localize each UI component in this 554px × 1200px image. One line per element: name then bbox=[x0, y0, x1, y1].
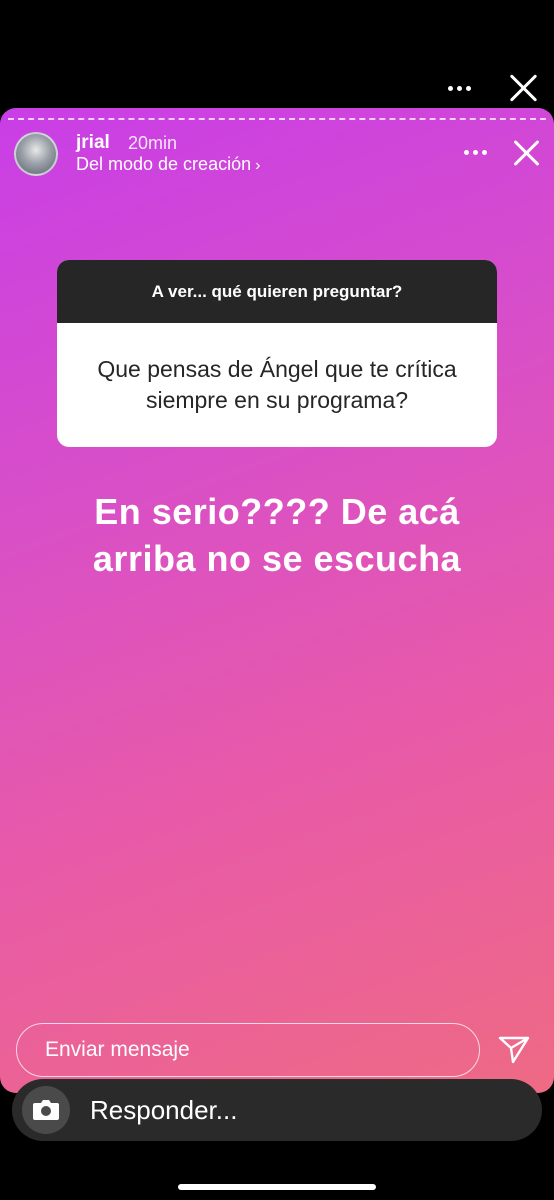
outer-more-options-icon[interactable] bbox=[440, 76, 480, 100]
answer-text: En serio???? De acá arriba no se escucha bbox=[0, 488, 554, 582]
avatar[interactable] bbox=[14, 132, 58, 176]
reply-bar[interactable]: Responder... bbox=[12, 1079, 542, 1141]
answer-line: En serio???? De acá bbox=[94, 491, 460, 532]
story-progress-bar bbox=[8, 118, 546, 120]
story-card[interactable]: jrial 20min Del modo de creación › A ver.… bbox=[0, 108, 554, 1093]
message-input[interactable]: Enviar mensaje bbox=[16, 1023, 480, 1077]
close-icon[interactable] bbox=[512, 138, 542, 168]
story-subtitle-text: Del modo de creación bbox=[76, 154, 252, 174]
story-username[interactable]: jrial bbox=[76, 132, 110, 154]
camera-icon bbox=[33, 1100, 59, 1120]
camera-button[interactable] bbox=[22, 1086, 70, 1134]
reply-label: Responder... bbox=[90, 1095, 238, 1125]
message-input-placeholder: Enviar mensaje bbox=[45, 1038, 190, 1061]
home-indicator bbox=[178, 1184, 376, 1190]
story-subtitle[interactable]: Del modo de creación › bbox=[76, 154, 260, 175]
answer-line: arriba no se escucha bbox=[92, 538, 462, 579]
question-text: Que pensas de Ángel que te crítica siemp… bbox=[97, 356, 457, 413]
outer-close-icon[interactable] bbox=[508, 72, 540, 104]
question-sticker: A ver... qué quieren preguntar? Que pens… bbox=[57, 260, 497, 447]
more-options-icon[interactable] bbox=[462, 148, 490, 158]
chevron-right-icon: › bbox=[255, 157, 261, 174]
question-prompt: A ver... qué quieren preguntar? bbox=[57, 260, 497, 323]
send-icon[interactable] bbox=[498, 1035, 530, 1065]
story-time: 20min bbox=[128, 133, 178, 153]
